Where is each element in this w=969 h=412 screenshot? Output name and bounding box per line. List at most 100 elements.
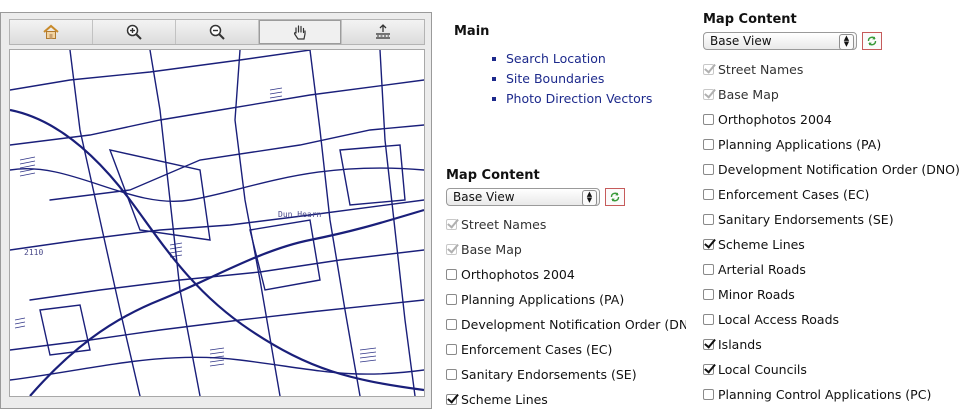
main-menu-links: Search Location Site Boundaries Photo Di…: [454, 49, 652, 109]
layer-row[interactable]: Islands: [703, 332, 969, 357]
layer-label: Local Councils: [718, 362, 807, 377]
view-row: Base View ▲ ▼: [703, 32, 969, 50]
layer-row[interactable]: Enforcement Cases (EC): [703, 182, 969, 207]
layer-checkbox: [703, 64, 714, 75]
layer-row: Street Names: [703, 57, 969, 82]
layer-checkbox[interactable]: [703, 339, 714, 350]
layer-label: Sanitary Endorsements (SE): [461, 367, 637, 382]
bullet-icon: [492, 77, 496, 81]
layer-row: Street Names: [446, 212, 686, 237]
layer-checkbox[interactable]: [703, 114, 714, 125]
map-linework: [10, 50, 424, 396]
layer-checkbox[interactable]: [446, 344, 457, 355]
map-content-panel-right: Map Content Base View ▲ ▼ Street Names Bas…: [703, 12, 969, 407]
layer-label: Planning Control Applications (PC): [718, 387, 932, 402]
layer-label: Local Access Roads: [718, 312, 840, 327]
layer-checkbox[interactable]: [703, 214, 714, 225]
layer-row[interactable]: Minor Roads: [703, 282, 969, 307]
refresh-icon: [867, 36, 877, 46]
layer-label: Minor Roads: [718, 287, 795, 302]
home-button[interactable]: [10, 20, 93, 44]
map-content-panel-left: Map Content Base View ▲ ▼ Street Names Bas…: [446, 168, 686, 412]
zoom-out-icon: [209, 24, 225, 40]
select-arrows-icon: ▲ ▼: [839, 34, 854, 50]
home-icon: [43, 24, 59, 39]
layer-checkbox[interactable]: [703, 364, 714, 375]
layer-row[interactable]: Enforcement Cases (EC): [446, 337, 686, 362]
layer-checkbox[interactable]: [446, 319, 457, 330]
layer-label: Street Names: [718, 62, 804, 77]
layer-row[interactable]: Sanitary Endorsements (SE): [703, 207, 969, 232]
main-menu-title: Main: [454, 24, 490, 39]
layer-label: Scheme Lines: [461, 392, 548, 407]
layer-row[interactable]: Arterial Roads: [703, 257, 969, 282]
layer-label: Orthophotos 2004: [718, 112, 832, 127]
layer-row[interactable]: Development Notification Order (DNO: [446, 312, 686, 337]
layer-label: Enforcement Cases (EC): [461, 342, 613, 357]
layer-label: Enforcement Cases (EC): [718, 187, 870, 202]
layer-label: Street Names: [461, 217, 547, 232]
layer-row[interactable]: Orthophotos 2004: [703, 107, 969, 132]
view-select[interactable]: Base View ▲ ▼: [446, 188, 600, 206]
layer-row[interactable]: Sanitary Endorsements (SE): [446, 362, 686, 387]
layer-checkbox[interactable]: [703, 189, 714, 200]
full-extent-button[interactable]: [342, 20, 424, 44]
layer-label: Planning Applications (PA): [718, 137, 882, 152]
layer-row[interactable]: Scheme Lines: [446, 387, 686, 412]
layer-checkbox: [446, 219, 457, 230]
refresh-icon: [610, 192, 620, 202]
layer-label: Orthophotos 2004: [461, 267, 575, 282]
bullet-icon: [492, 97, 496, 101]
refresh-button[interactable]: [605, 188, 625, 206]
layer-checkbox[interactable]: [446, 394, 457, 405]
map-grid-label: 2110: [24, 248, 44, 257]
layer-row[interactable]: Planning Control Applications (PC): [703, 382, 969, 407]
layer-checkbox[interactable]: [703, 164, 714, 175]
map-content-title: Map Content: [446, 168, 540, 183]
layer-label: Development Notification Order (DNO: [461, 317, 686, 332]
layer-row[interactable]: Local Access Roads: [703, 307, 969, 332]
link-site-boundaries[interactable]: Site Boundaries: [492, 69, 652, 89]
main-menu: Main Search Location Site Boundaries Pho…: [454, 24, 652, 109]
layer-checkbox: [703, 89, 714, 100]
pan-button[interactable]: [259, 20, 342, 44]
layer-label: Islands: [718, 337, 762, 352]
layer-row[interactable]: Local Councils: [703, 357, 969, 382]
layer-label: Base Map: [461, 242, 522, 257]
layer-label: Development Notification Order (DNO): [718, 162, 960, 177]
zoom-in-button[interactable]: [93, 20, 176, 44]
layer-checkbox[interactable]: [446, 369, 457, 380]
layer-checkbox[interactable]: [446, 269, 457, 280]
layer-checkbox: [446, 244, 457, 255]
map-canvas[interactable]: Dun Hearn 2110: [9, 49, 425, 397]
layer-row[interactable]: Orthophotos 2004: [446, 262, 686, 287]
layer-checkbox[interactable]: [703, 389, 714, 400]
layer-label: Scheme Lines: [718, 237, 805, 252]
layer-row[interactable]: Scheme Lines: [703, 232, 969, 257]
layer-row[interactable]: Development Notification Order (DNO): [703, 157, 969, 182]
layer-checkbox[interactable]: [703, 289, 714, 300]
link-photo-direction-vectors[interactable]: Photo Direction Vectors: [492, 89, 652, 109]
layer-row[interactable]: Planning Applications (PA): [446, 287, 686, 312]
layer-row[interactable]: Planning Applications (PA): [703, 132, 969, 157]
zoom-in-icon: [126, 24, 142, 40]
zoom-out-button[interactable]: [176, 20, 259, 44]
view-select[interactable]: Base View ▲ ▼: [703, 32, 857, 50]
layer-checkbox[interactable]: [446, 294, 457, 305]
layer-checkbox[interactable]: [703, 264, 714, 275]
link-search-location[interactable]: Search Location: [492, 49, 652, 69]
refresh-button[interactable]: [862, 32, 882, 50]
layer-row: Base Map: [446, 237, 686, 262]
layer-checkbox[interactable]: [703, 139, 714, 150]
bullet-icon: [492, 57, 496, 61]
pan-hand-icon: [293, 25, 306, 40]
layer-checkbox[interactable]: [703, 314, 714, 325]
map-panel: Dun Hearn 2110: [0, 12, 432, 409]
layer-checkbox[interactable]: [703, 239, 714, 250]
layer-list: Street Names Base Map Orthophotos 2004 Plan…: [703, 57, 969, 407]
select-arrows-icon: ▲ ▼: [582, 190, 597, 206]
layer-label: Arterial Roads: [718, 262, 806, 277]
layer-list: Street Names Base Map Orthophotos 2004 Plan…: [446, 212, 686, 412]
map-content-title: Map Content: [703, 12, 797, 27]
view-row: Base View ▲ ▼: [446, 188, 686, 206]
